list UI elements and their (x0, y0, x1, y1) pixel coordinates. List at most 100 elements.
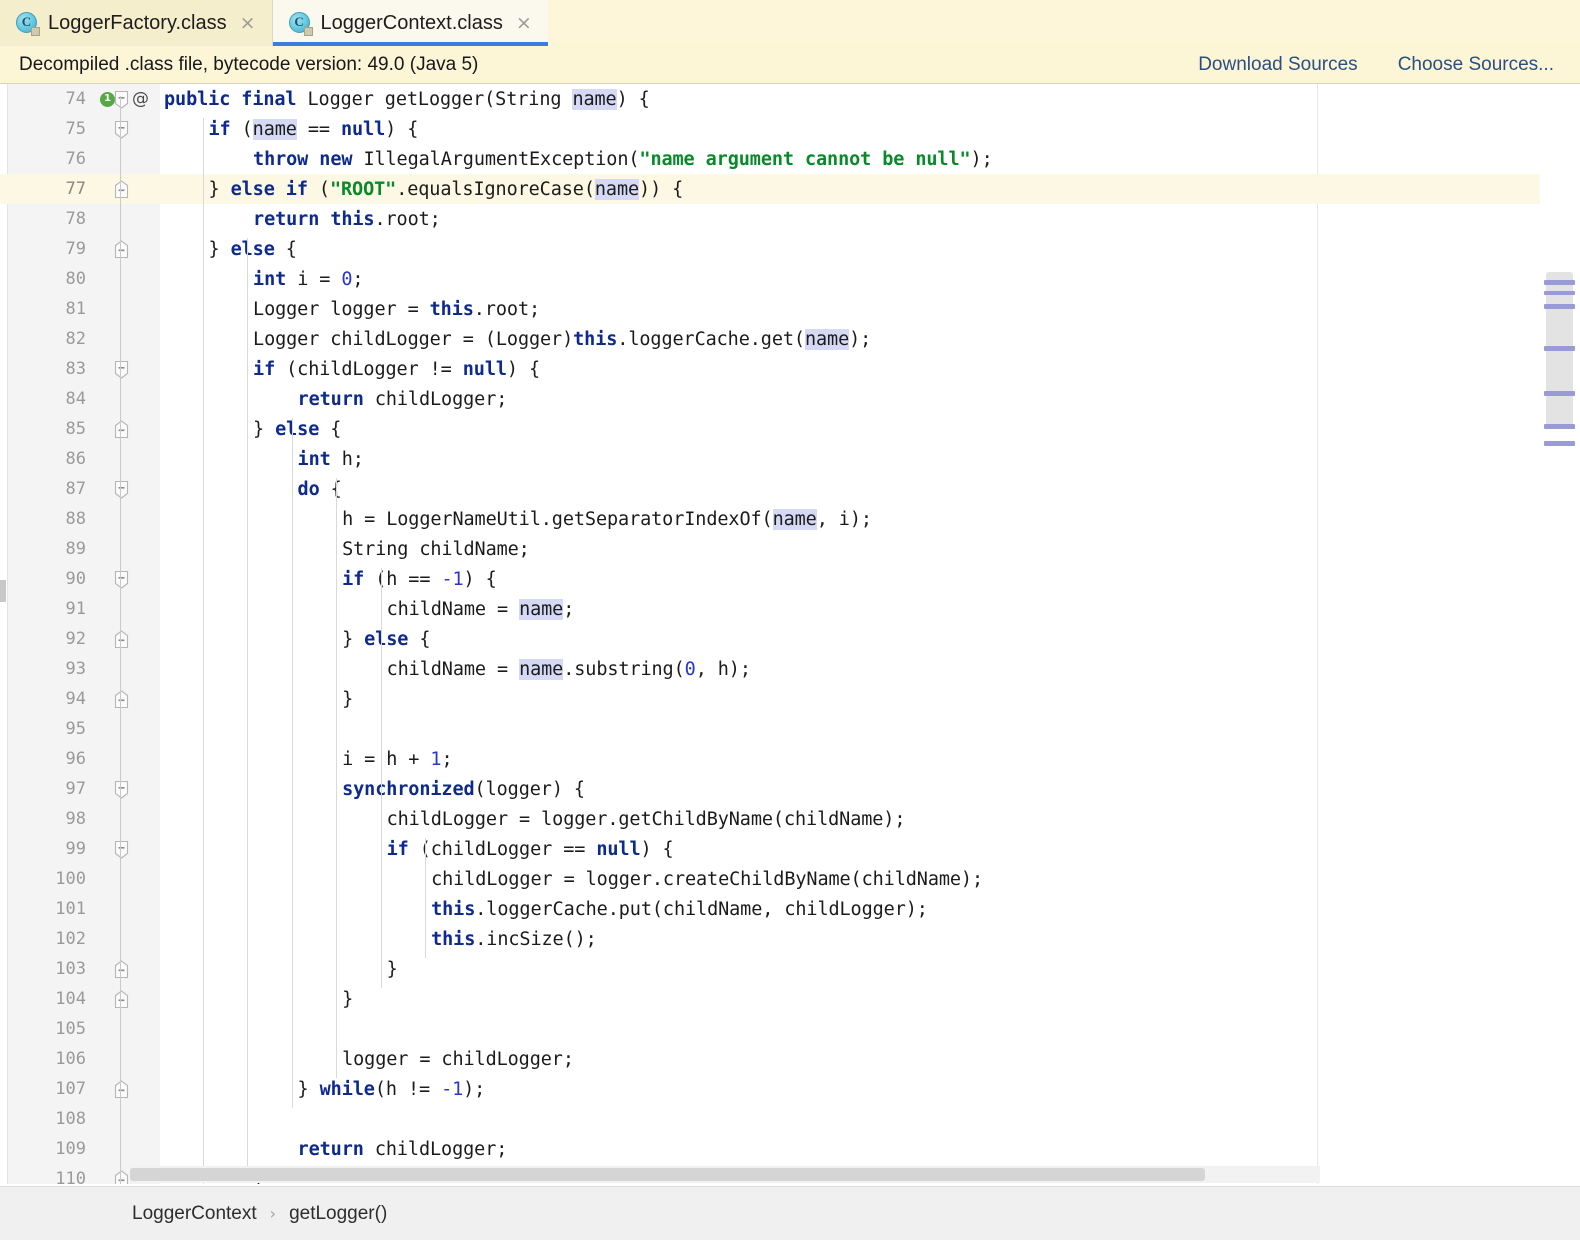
fold-toggle-icon[interactable] (110, 414, 132, 444)
line-number[interactable]: 89 (0, 534, 95, 564)
close-icon[interactable]: × (516, 13, 532, 33)
fold-toggle-icon[interactable] (110, 1074, 132, 1104)
code-line[interactable]: 75 if (name == null) { (0, 114, 1580, 144)
code-line[interactable]: 94} (0, 684, 1580, 714)
fold-toggle-icon[interactable] (110, 174, 132, 204)
fold-toggle-icon[interactable] (110, 84, 132, 114)
code-line[interactable]: 79} else { (0, 234, 1580, 264)
fold-toggle-icon[interactable] (110, 984, 132, 1014)
fold-toggle-icon[interactable] (110, 954, 132, 984)
code-line[interactable]: 91 childName = name; (0, 594, 1580, 624)
line-number[interactable]: 85 (0, 414, 95, 444)
line-number[interactable]: 93 (0, 654, 95, 684)
occurrence-marker[interactable] (1544, 304, 1575, 309)
occurrence-marker[interactable] (1544, 280, 1575, 285)
line-number[interactable]: 91 (0, 594, 95, 624)
choose-sources-link[interactable]: Choose Sources... (1398, 54, 1554, 76)
editor-tab-loggerfactory[interactable]: C LoggerFactory.class × (0, 0, 272, 46)
line-number[interactable]: 108 (0, 1104, 95, 1134)
occurrence-marker[interactable] (1544, 441, 1575, 446)
line-number[interactable]: 86 (0, 444, 95, 474)
line-number[interactable]: 101 (0, 894, 95, 924)
occurrence-marker[interactable] (1544, 424, 1575, 429)
occurrence-marker[interactable] (1544, 291, 1575, 295)
scrollbar-track[interactable] (1540, 84, 1575, 1184)
occurrence-marker[interactable] (1544, 346, 1575, 351)
code-line[interactable]: 87 do { (0, 474, 1580, 504)
fold-toggle-icon[interactable] (110, 564, 132, 594)
line-number[interactable]: 82 (0, 324, 95, 354)
code-line[interactable]: 89 String childName; (0, 534, 1580, 564)
line-number[interactable]: 99 (0, 834, 95, 864)
editor-tab-loggercontext[interactable]: C LoggerContext.class × (272, 0, 548, 46)
fold-toggle-icon[interactable] (110, 1164, 132, 1184)
vertical-scrollbar-panel[interactable] (1540, 84, 1580, 1184)
fold-toggle-icon[interactable] (110, 624, 132, 654)
line-number[interactable]: 97 (0, 774, 95, 804)
fold-toggle-icon[interactable] (110, 474, 132, 504)
download-sources-link[interactable]: Download Sources (1198, 54, 1357, 76)
code-editor[interactable]: 74 1 @ public final Logger getLogger(String… (0, 84, 1580, 1184)
line-number[interactable]: 106 (0, 1044, 95, 1074)
line-number[interactable]: 88 (0, 504, 95, 534)
line-number[interactable]: 81 (0, 294, 95, 324)
line-number[interactable]: 92 (0, 624, 95, 654)
code-line[interactable]: 88 h = LoggerNameUtil.getSeparatorIndexOf… (0, 504, 1580, 534)
fold-toggle-icon[interactable] (110, 834, 132, 864)
code-line[interactable]: 97 synchronized (logger) { (0, 774, 1580, 804)
code-line[interactable]: 99 if (childLogger == null) { (0, 834, 1580, 864)
line-number[interactable]: 80 (0, 264, 95, 294)
code-line[interactable]: 102 this .incSize(); (0, 924, 1580, 954)
line-number[interactable]: 109 (0, 1134, 95, 1164)
code-line[interactable]: 107} while (h != -1); (0, 1074, 1580, 1104)
code-line[interactable]: 80 int i = 0; (0, 264, 1580, 294)
line-number[interactable]: 77 (0, 174, 95, 204)
annotation-at-icon[interactable]: @ (132, 90, 149, 108)
code-line[interactable]: 106 logger = childLogger; (0, 1044, 1580, 1074)
line-number[interactable]: 90 (0, 564, 95, 594)
fold-toggle-icon[interactable] (110, 114, 132, 144)
code-line[interactable]: 74 1 @ public final Logger getLogger(String… (0, 84, 1580, 114)
code-line[interactable]: 100 childLogger = logger.createChildByNam… (0, 864, 1580, 894)
fold-toggle-icon[interactable] (110, 354, 132, 384)
code-line[interactable]: 109 return childLogger; (0, 1134, 1580, 1164)
line-number[interactable]: 75 (0, 114, 95, 144)
breadcrumb-method[interactable]: getLogger() (289, 1203, 387, 1225)
code-line[interactable]: 81 Logger logger = this .root; (0, 294, 1580, 324)
horizontal-scrollbar-track[interactable] (130, 1166, 1320, 1183)
line-number[interactable]: 78 (0, 204, 95, 234)
fold-toggle-icon[interactable] (110, 774, 132, 804)
line-number[interactable]: 98 (0, 804, 95, 834)
line-number[interactable]: 96 (0, 744, 95, 774)
line-number[interactable]: 79 (0, 234, 95, 264)
code-line[interactable]: 93 childName = name .substring(0, h); (0, 654, 1580, 684)
fold-toggle-icon[interactable] (110, 234, 132, 264)
code-line[interactable]: 77} else if ("ROOT" .equalsIgnoreCase(nam… (0, 174, 1580, 204)
line-number[interactable]: 74 (0, 84, 95, 114)
line-number[interactable]: 94 (0, 684, 95, 714)
fold-toggle-icon[interactable] (110, 684, 132, 714)
code-line[interactable]: 96 i = h + 1; (0, 744, 1580, 774)
occurrence-marker[interactable] (1544, 391, 1575, 396)
line-number[interactable]: 110 (0, 1164, 95, 1184)
code-line[interactable]: 103} (0, 954, 1580, 984)
line-number[interactable]: 104 (0, 984, 95, 1014)
line-number[interactable]: 107 (0, 1074, 95, 1104)
line-number[interactable]: 87 (0, 474, 95, 504)
line-number[interactable]: 76 (0, 144, 95, 174)
line-number[interactable]: 100 (0, 864, 95, 894)
line-number[interactable]: 105 (0, 1014, 95, 1044)
code-line[interactable]: 104} (0, 984, 1580, 1014)
code-line[interactable]: 105 (0, 1014, 1580, 1044)
code-line[interactable]: 78 return this .root; (0, 204, 1580, 234)
code-line[interactable]: 86 int h; (0, 444, 1580, 474)
line-number[interactable]: 83 (0, 354, 95, 384)
code-line[interactable]: 101 this .loggerCache.put(childName, child… (0, 894, 1580, 924)
code-line[interactable]: 98 childLogger = logger.getChildByName(ch… (0, 804, 1580, 834)
code-line[interactable]: 76 throw new IllegalArgumentException("na… (0, 144, 1580, 174)
line-number[interactable]: 95 (0, 714, 95, 744)
code-line[interactable]: 82 Logger childLogger = (Logger) this .logg… (0, 324, 1580, 354)
close-icon[interactable]: × (240, 13, 256, 33)
line-number[interactable]: 103 (0, 954, 95, 984)
code-line[interactable]: 83 if (childLogger != null) { (0, 354, 1580, 384)
